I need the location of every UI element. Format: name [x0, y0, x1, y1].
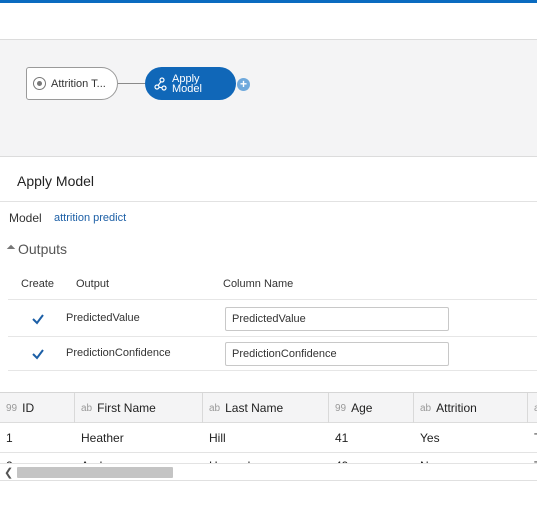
grid-cell: Yes: [420, 431, 440, 445]
grid-cell: 1: [6, 431, 13, 445]
row-divider: [0, 452, 537, 453]
scrollbar-thumb[interactable]: [17, 467, 173, 478]
text-type-icon: ab: [81, 402, 93, 414]
grid-column-header[interactable]: ab Attrition: [414, 393, 528, 423]
grid-column-header[interactable]: 99 Age: [329, 393, 414, 423]
output-name: PredictedValue: [66, 312, 140, 324]
model-nodes-icon: [154, 76, 167, 91]
grid-column-header[interactable]: ab First Name: [75, 393, 203, 423]
create-column-header: Create: [21, 278, 55, 290]
divider: [0, 480, 537, 481]
divider: [8, 299, 537, 300]
column-title: Attrition: [436, 401, 477, 415]
source-node-label: Attrition T...: [51, 77, 106, 90]
column-name-input[interactable]: [225, 307, 449, 331]
column-name-header: Column Name: [223, 278, 294, 290]
panel-title: Apply Model: [17, 173, 95, 189]
collapse-triangle-icon: [6, 244, 16, 254]
text-type-icon: ab: [420, 402, 432, 414]
outputs-section-toggle[interactable]: Outputs: [6, 241, 68, 257]
column-title: Age: [351, 401, 373, 415]
outputs-label: Outputs: [18, 241, 68, 257]
dataset-icon: [33, 77, 46, 90]
output-name: PredictionConfidence: [66, 347, 171, 359]
apply-model-node[interactable]: Apply Model: [145, 67, 236, 100]
column-title: Last Name: [225, 401, 284, 415]
divider: [0, 201, 537, 202]
output-column-header: Output: [76, 278, 110, 290]
add-step-icon[interactable]: +: [237, 78, 250, 91]
create-checkbox[interactable]: [31, 347, 45, 361]
model-label: Model: [9, 211, 42, 225]
top-accent-bar: [0, 0, 537, 3]
grid-cell: Hill: [209, 431, 226, 445]
number-type-icon: 99: [335, 402, 347, 414]
text-type-icon: ab: [209, 402, 221, 414]
number-type-icon: 99: [6, 402, 18, 414]
grid-column-header[interactable]: 99 ID: [0, 393, 75, 423]
grid-cell: Heather: [81, 431, 124, 445]
apply-node-label: Apply Model: [172, 72, 202, 95]
model-link[interactable]: attrition predict: [54, 212, 126, 224]
horizontal-scrollbar[interactable]: ❮: [0, 463, 537, 480]
flow-canvas[interactable]: Attrition T... Apply Model +: [0, 39, 537, 157]
grid-header: 99 ID ab First Name ab Last Name 99 Age …: [0, 393, 537, 423]
grid-cell: 41: [335, 431, 349, 445]
column-title: First Name: [97, 401, 156, 415]
column-title: ID: [22, 401, 35, 415]
source-node[interactable]: Attrition T...: [26, 67, 118, 100]
grid-column-header[interactable]: ab Last Name: [203, 393, 329, 423]
scroll-left-icon[interactable]: ❮: [4, 466, 13, 479]
column-name-input[interactable]: [225, 342, 449, 366]
divider: [8, 370, 537, 371]
node-connector: [118, 83, 145, 84]
grid-column-header[interactable]: ab: [528, 393, 537, 423]
create-checkbox[interactable]: [31, 312, 45, 326]
divider: [8, 336, 537, 337]
